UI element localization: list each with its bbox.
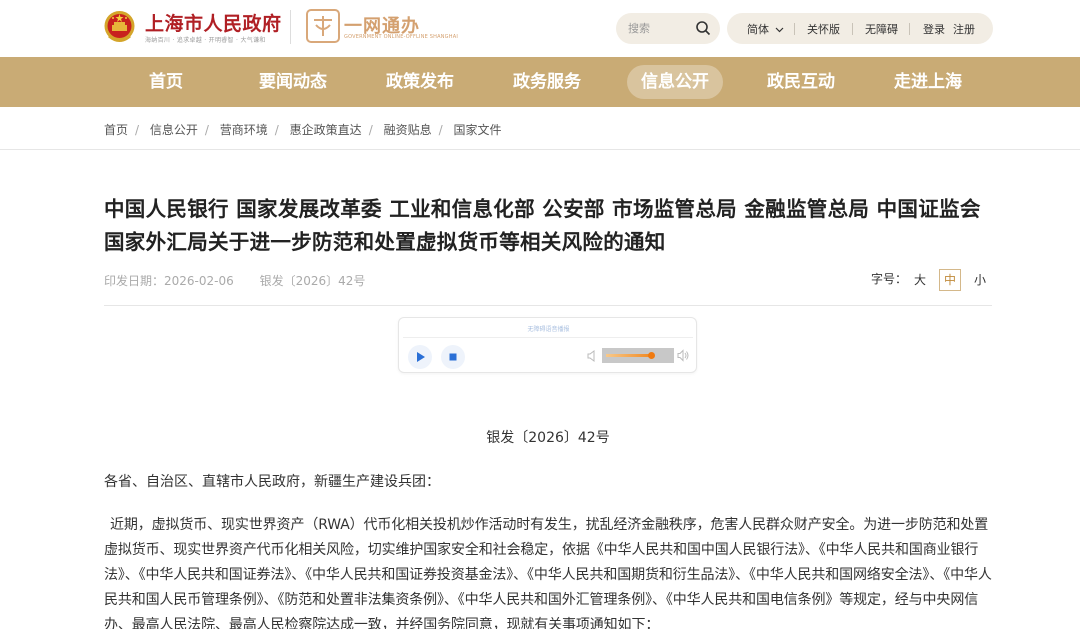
chevron-down-icon <box>775 27 783 33</box>
breadcrumb-separator: / <box>274 123 279 137</box>
search-box <box>616 13 720 44</box>
nav-item-interaction[interactable]: 政民互动 <box>755 65 847 99</box>
breadcrumb-home[interactable]: 首页 <box>104 123 128 137</box>
language-select[interactable]: 简体 <box>747 21 784 37</box>
meta-divider <box>104 305 992 306</box>
header-divider <box>290 10 291 44</box>
volume-slider-handle[interactable] <box>647 352 655 359</box>
breadcrumb: 首页 / 信息公开 / 营商环境 / 惠企政策直达 / 融资贴息 / 国家文件 <box>104 121 501 138</box>
breadcrumb-business-env[interactable]: 营商环境 <box>220 123 268 137</box>
player-label: 无障碍语音播报 <box>527 326 570 333</box>
nav-item-news[interactable]: 要闻动态 <box>247 65 339 99</box>
nav-item-services[interactable]: 政务服务 <box>501 65 593 99</box>
breadcrumb-national-docs[interactable]: 国家文件 <box>453 123 501 137</box>
volume-high-icon <box>677 349 689 362</box>
accessibility-link[interactable]: 无障碍 <box>865 21 898 37</box>
article-paragraph: 近期，虚拟货币、现实世界资产（RWA）代币化相关投机炒作活动时有发生，扰乱经济金… <box>104 517 992 629</box>
breadcrumb-separator: / <box>368 123 373 137</box>
audio-player: 无障碍语音播报 <box>398 317 697 373</box>
site-slogan: 海纳百川 · 追求卓越 · 开明睿智 · 大气谦和 <box>145 37 266 44</box>
nav-item-about-shanghai[interactable]: 走进上海 <box>882 65 974 99</box>
volume-low-icon <box>587 350 595 362</box>
stop-icon <box>449 353 457 361</box>
font-size-large-button[interactable]: 大 <box>909 269 931 291</box>
volume-slider[interactable] <box>602 348 674 363</box>
util-divider <box>794 23 795 35</box>
publish-date-label: 印发日期： <box>104 274 165 288</box>
national-emblem-icon[interactable] <box>103 9 136 45</box>
site-header: 上海市人民政府 海纳百川 · 追求卓越 · 开明睿智 · 大气谦和 一网通办 G… <box>0 0 1080 57</box>
player-divider <box>403 337 693 338</box>
body-doc-number: 银发〔2026〕42号 <box>486 430 610 446</box>
util-divider <box>852 23 853 35</box>
care-version-link[interactable]: 关怀版 <box>807 21 840 37</box>
font-size-small-button[interactable]: 小 <box>969 269 991 291</box>
breadcrumb-separator: / <box>204 123 209 137</box>
nav-item-policy[interactable]: 政策发布 <box>374 65 466 99</box>
utility-bar: 简体 关怀版 无障碍 登录 注册 <box>727 13 993 44</box>
ywtb-subtitle: GOVERNMENT ONLINE-OFFLINE SHANGHAI <box>344 34 459 40</box>
stop-button[interactable] <box>441 345 465 369</box>
util-divider <box>909 23 910 35</box>
breadcrumb-policy-direct[interactable]: 惠企政策直达 <box>290 123 362 137</box>
publish-date: 2026-02-06 <box>164 274 234 288</box>
search-input[interactable] <box>628 21 688 36</box>
article-title: 中国人民银行 国家发展改革委 工业和信息化部 公安部 市场监管总局 金融监管总局… <box>104 197 981 254</box>
breadcrumb-info-disclosure[interactable]: 信息公开 <box>150 123 198 137</box>
breadcrumb-separator: / <box>135 123 140 137</box>
breadcrumb-divider <box>0 149 1080 150</box>
salutation: 各省、自治区、直辖市人民政府，新疆生产建设兵团： <box>104 474 440 490</box>
font-size-control: 字号： 大 中 小 <box>871 269 986 291</box>
site-title[interactable]: 上海市人民政府 <box>145 9 282 36</box>
article-meta: 印发日期：2026-02-06 银发〔2026〕42号 <box>104 272 365 289</box>
search-icon[interactable] <box>695 20 711 36</box>
main-nav: 首页 要闻动态 政策发布 政务服务 信息公开 政民互动 走进上海 <box>0 57 1080 107</box>
doc-number: 银发〔2026〕42号 <box>259 274 366 288</box>
breadcrumb-financing-subsidy[interactable]: 融资贴息 <box>384 123 432 137</box>
font-size-medium-button[interactable]: 中 <box>939 269 961 291</box>
register-link[interactable]: 注册 <box>953 21 975 37</box>
nav-item-info-disclosure[interactable]: 信息公开 <box>627 65 723 99</box>
play-icon <box>417 352 425 362</box>
nav-item-home[interactable]: 首页 <box>134 65 198 99</box>
breadcrumb-separator: / <box>438 123 443 137</box>
ywtb-logo[interactable]: 一网通办 GOVERNMENT ONLINE-OFFLINE SHANGHAI <box>306 9 458 43</box>
login-link[interactable]: 登录 <box>923 21 945 37</box>
font-size-label: 字号： <box>871 272 908 286</box>
volume-slider-fill <box>606 354 651 357</box>
ywtb-logo-icon <box>306 9 340 43</box>
play-button[interactable] <box>408 345 432 369</box>
language-label: 简体 <box>747 23 769 36</box>
